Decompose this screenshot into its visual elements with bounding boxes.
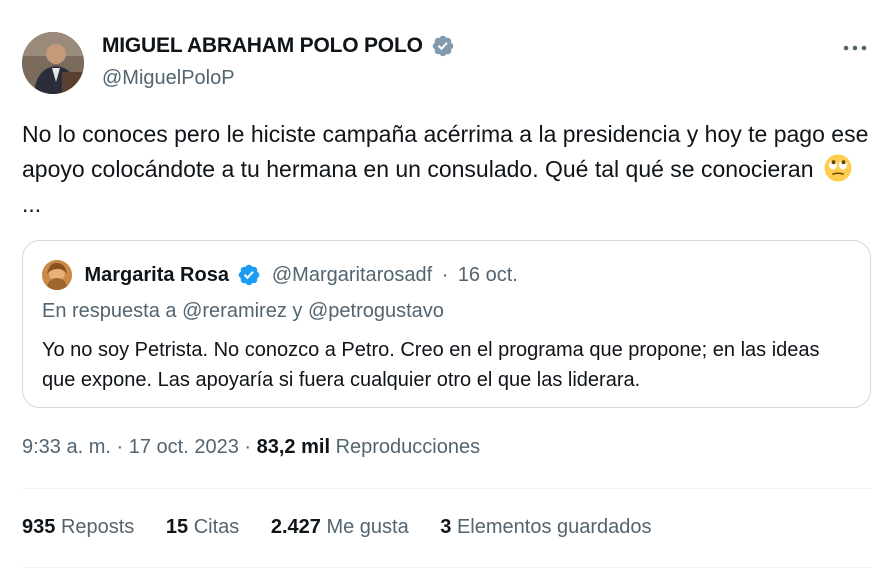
divider-top bbox=[22, 488, 871, 489]
rolling-eyes-emoji-icon bbox=[824, 154, 852, 182]
author-handle[interactable]: @MiguelPoloP bbox=[102, 67, 455, 90]
quoted-tweet[interactable]: Margarita Rosa @Margaritarosadf · 16 oct… bbox=[22, 240, 871, 408]
quoted-author-name: Margarita Rosa bbox=[84, 263, 229, 286]
bookmarks-label: Elementos guardados bbox=[456, 516, 652, 538]
stat-likes[interactable]: 2.427 Me gusta bbox=[271, 516, 409, 539]
quoted-date: 16 oct. bbox=[457, 263, 518, 286]
author-avatar[interactable] bbox=[22, 32, 84, 94]
quotes-count: 15 bbox=[165, 516, 189, 538]
tweet-text-content: No lo conoces pero le hiciste campaña ac… bbox=[22, 121, 869, 182]
tweet-time[interactable]: 9:33 a. m. bbox=[22, 436, 111, 458]
tweet-meta: 9:33 a. m. · 17 oct. 2023 · 83,2 mil Rep… bbox=[22, 436, 480, 459]
quoted-author-handle: @Margaritarosadf bbox=[271, 263, 433, 286]
quoted-tweet-text: Yo no soy Petrista. No conozco a Petro. … bbox=[42, 339, 820, 391]
views-count: 83,2 mil bbox=[256, 436, 331, 458]
author-photo-icon bbox=[22, 32, 84, 94]
quotes-label: Citas bbox=[193, 516, 240, 538]
stat-quotes[interactable]: 15 Citas bbox=[166, 516, 239, 539]
verified-badge-icon[interactable] bbox=[431, 34, 455, 58]
tweet-date[interactable]: 17 oct. 2023 bbox=[129, 436, 239, 458]
quoted-author-avatar bbox=[42, 260, 72, 290]
meta-separator-1: · bbox=[116, 436, 124, 458]
quoted-verified-badge-icon bbox=[239, 264, 260, 286]
meta-separator-2: · bbox=[244, 436, 252, 458]
quoted-reply-context: En respuesta a @reramirez y @petrogustav… bbox=[42, 300, 444, 322]
quoted-author-photo-icon bbox=[42, 260, 72, 290]
quoted-separator: · bbox=[441, 263, 449, 286]
engagement-stats: 935 Reposts 15 Citas 2.427 Me gusta 3 El… bbox=[22, 516, 678, 539]
likes-label: Me gusta bbox=[326, 516, 409, 538]
reposts-label: Reposts bbox=[60, 516, 135, 538]
author-name[interactable]: MIGUEL ABRAHAM POLO POLO bbox=[102, 34, 423, 58]
tweet-text-trailing: ... bbox=[22, 191, 42, 217]
divider-bottom bbox=[22, 567, 871, 568]
quoted-tweet-header: Margarita Rosa @Margaritarosadf · 16 oct… bbox=[42, 260, 518, 290]
reposts-count: 935 bbox=[22, 516, 56, 538]
bookmarks-count: 3 bbox=[440, 516, 452, 538]
more-options-icon[interactable] bbox=[840, 38, 870, 58]
stat-bookmarks[interactable]: 3 Elementos guardados bbox=[440, 516, 651, 539]
stat-reposts[interactable]: 935 Reposts bbox=[22, 516, 134, 539]
likes-count: 2.427 bbox=[270, 516, 321, 538]
views-label: Reproducciones bbox=[335, 436, 481, 458]
author-info: MIGUEL ABRAHAM POLO POLO @MiguelPoloP bbox=[102, 34, 455, 90]
tweet-text: No lo conoces pero le hiciste campaña ac… bbox=[22, 117, 872, 222]
tweet-header: MIGUEL ABRAHAM POLO POLO @MiguelPoloP bbox=[22, 30, 872, 96]
